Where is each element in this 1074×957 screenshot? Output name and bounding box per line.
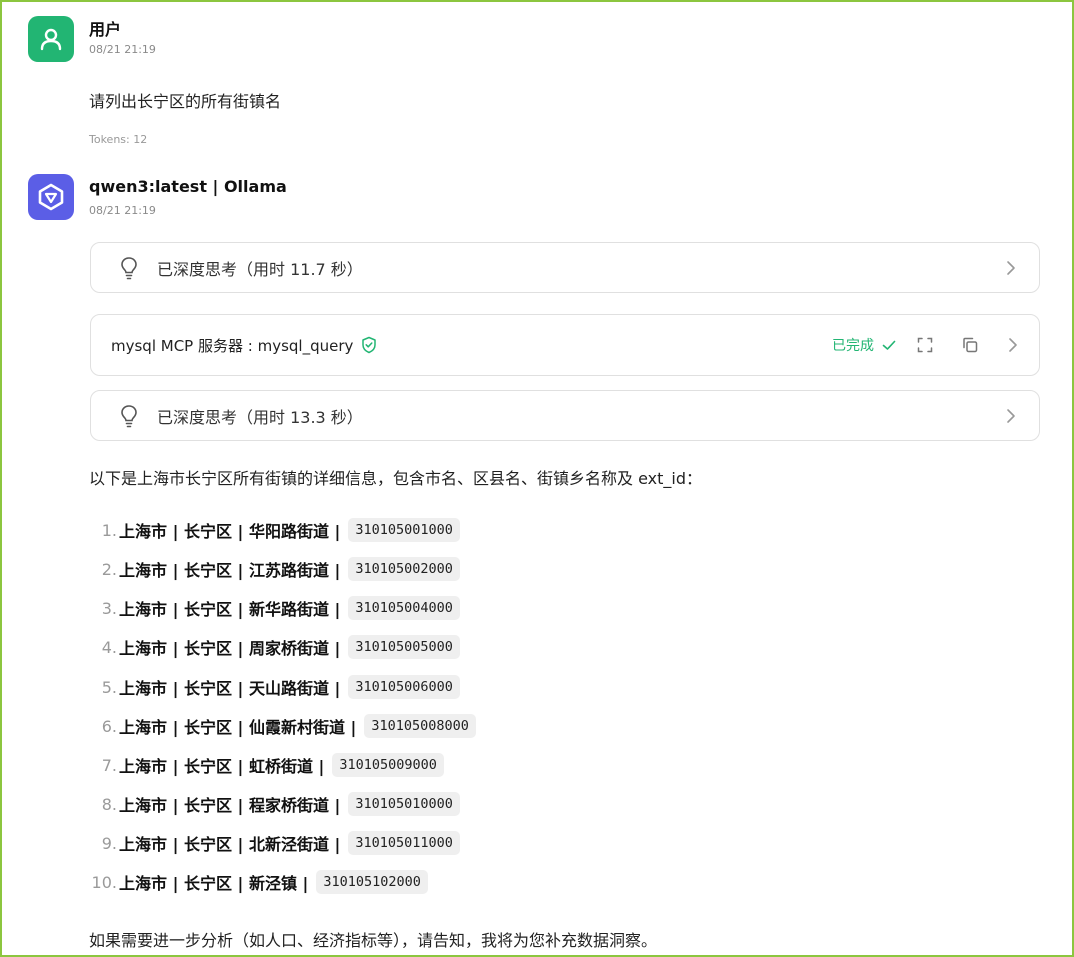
list-item: 6. 上海市 | 长宁区 | 仙霞新村街道 | 310105008000 xyxy=(89,714,476,738)
ext-id-code: 310105008000 xyxy=(364,714,476,738)
list-item: 10. 上海市 | 长宁区 | 新泾镇 | 310105102000 xyxy=(89,870,428,894)
list-item-text: 上海市 | 长宁区 | 北新泾街道 | xyxy=(119,835,341,854)
ext-id-code: 310105010000 xyxy=(348,792,460,816)
ext-id-code: 310105004000 xyxy=(348,596,460,620)
tool-call-block[interactable]: mysql MCP 服务器 : mysql_query 已完成 xyxy=(90,314,1040,376)
list-item-text: 上海市 | 长宁区 | 江苏路街道 | xyxy=(119,561,341,580)
shield-check-icon xyxy=(362,336,377,354)
list-number: 9. xyxy=(101,833,117,853)
chevron-right-icon[interactable] xyxy=(1007,337,1019,353)
ext-id-code: 310105005000 xyxy=(348,635,460,659)
list-item-text: 上海市 | 长宁区 | 新泾镇 | xyxy=(119,874,309,893)
list-number: 6. xyxy=(101,716,117,736)
qwen-logo-icon xyxy=(38,183,64,211)
list-number: 1. xyxy=(101,520,117,540)
assistant-avatar xyxy=(28,174,74,220)
ext-id-code: 310105002000 xyxy=(348,557,460,581)
list-item: 4. 上海市 | 长宁区 | 周家桥街道 | 310105005000 xyxy=(89,635,460,659)
thinking-label-2: 已深度思考（用时 13.3 秒） xyxy=(157,407,363,427)
check-icon xyxy=(882,340,896,350)
ext-id-code: 310105001000 xyxy=(348,518,460,542)
ext-id-code: 310105102000 xyxy=(316,870,428,894)
token-count: Tokens: 12 xyxy=(89,133,148,146)
lightbulb-icon xyxy=(121,404,137,427)
list-item-text: 上海市 | 长宁区 | 周家桥街道 | xyxy=(119,639,341,658)
user-sender-name: 用户 xyxy=(89,20,122,39)
user-message-time: 08/21 21:19 xyxy=(89,43,156,56)
ext-id-code: 310105011000 xyxy=(348,831,460,855)
assistant-sender-name: qwen3:latest | Ollama xyxy=(89,177,287,196)
chat-window: 用户 08/21 21:19 请列出长宁区的所有街镇名 Tokens: 12 q… xyxy=(0,0,1074,957)
assistant-message-time: 08/21 21:19 xyxy=(89,204,156,217)
tool-status: 已完成 xyxy=(832,338,874,354)
list-item-text: 上海市 | 长宁区 | 天山路街道 | xyxy=(119,679,341,698)
list-number: 4. xyxy=(101,637,117,657)
response-outro: 如果需要进一步分析（如人口、经济指标等），请告知，我将为您补充数据洞察。 xyxy=(89,931,658,950)
list-item-text: 上海市 | 长宁区 | 仙霞新村街道 | xyxy=(119,718,357,737)
list-item: 1. 上海市 | 长宁区 | 华阳路街道 | 310105001000 xyxy=(89,518,460,542)
thinking-block-1[interactable]: 已深度思考（用时 11.7 秒） xyxy=(90,242,1040,293)
list-item-text: 上海市 | 长宁区 | 虹桥街道 | xyxy=(119,757,325,776)
user-message-text: 请列出长宁区的所有街镇名 xyxy=(89,92,282,111)
expand-icon[interactable] xyxy=(916,336,934,354)
list-number: 5. xyxy=(101,677,117,697)
copy-icon[interactable] xyxy=(961,336,979,354)
list-number: 10. xyxy=(91,872,117,892)
chevron-right-icon xyxy=(1007,408,1015,423)
list-item: 3. 上海市 | 长宁区 | 新华路街道 | 310105004000 xyxy=(89,596,460,620)
response-intro: 以下是上海市长宁区所有街镇的详细信息，包含市名、区县名、街镇乡名称及 ext_i… xyxy=(89,469,702,488)
user-avatar xyxy=(28,16,74,62)
list-number: 7. xyxy=(101,755,117,775)
ext-id-code: 310105009000 xyxy=(332,753,444,777)
list-item-text: 上海市 | 长宁区 | 华阳路街道 | xyxy=(119,522,341,541)
list-item: 5. 上海市 | 长宁区 | 天山路街道 | 310105006000 xyxy=(89,675,460,699)
list-item: 7. 上海市 | 长宁区 | 虹桥街道 | 310105009000 xyxy=(89,753,444,777)
lightbulb-icon xyxy=(121,256,137,279)
ext-id-code: 310105006000 xyxy=(348,675,460,699)
thinking-label-1: 已深度思考（用时 11.7 秒） xyxy=(157,259,363,279)
chevron-right-icon xyxy=(1007,260,1015,275)
list-item: 2. 上海市 | 长宁区 | 江苏路街道 | 310105002000 xyxy=(89,557,460,581)
list-item-text: 上海市 | 长宁区 | 程家桥街道 | xyxy=(119,796,341,815)
list-item: 8. 上海市 | 长宁区 | 程家桥街道 | 310105010000 xyxy=(89,792,460,816)
list-item: 9. 上海市 | 长宁区 | 北新泾街道 | 310105011000 xyxy=(89,831,460,855)
thinking-block-2[interactable]: 已深度思考（用时 13.3 秒） xyxy=(90,390,1040,441)
list-number: 8. xyxy=(101,794,117,814)
list-number: 3. xyxy=(101,598,117,618)
list-item-text: 上海市 | 长宁区 | 新华路街道 | xyxy=(119,600,341,619)
user-icon xyxy=(40,28,62,51)
tool-call-name: mysql MCP 服务器 : mysql_query xyxy=(111,336,354,355)
list-number: 2. xyxy=(101,559,117,579)
